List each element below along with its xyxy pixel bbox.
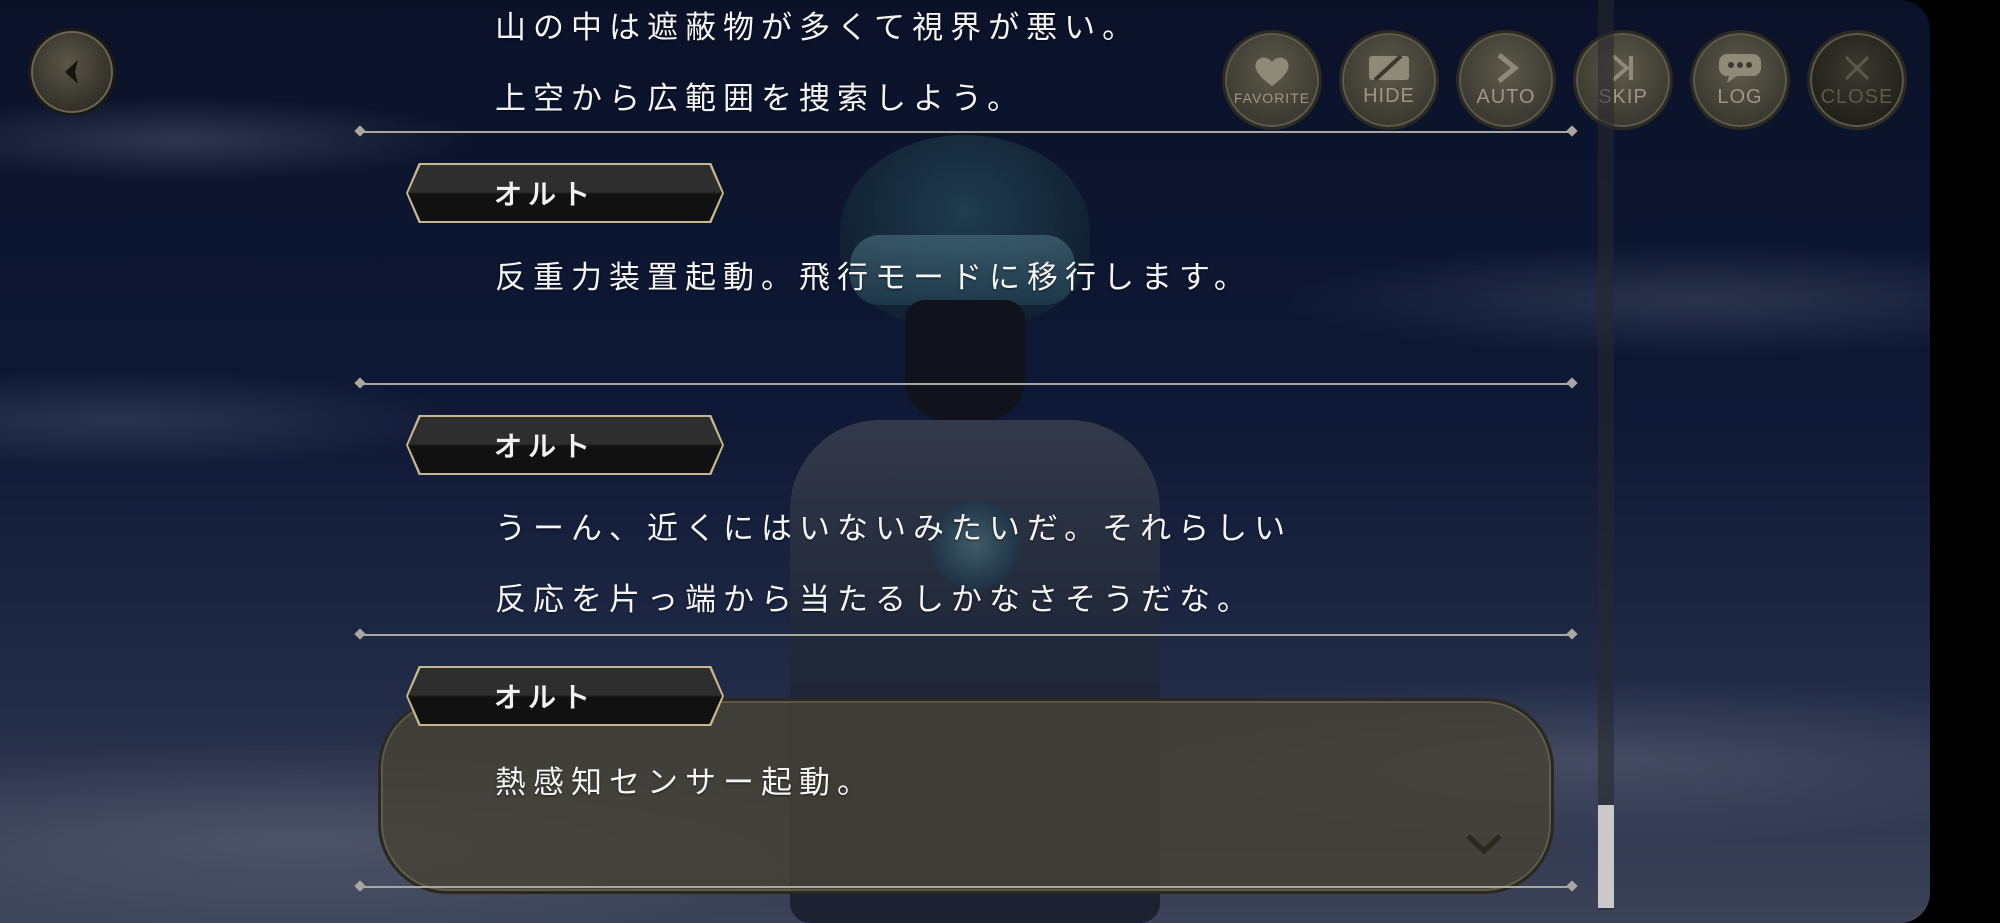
- close-label: CLOSE: [1820, 85, 1894, 108]
- back-button[interactable]: [28, 28, 116, 116]
- close-button[interactable]: CLOSE: [1807, 30, 1907, 130]
- screen-edge: [1930, 0, 2000, 923]
- skip-button[interactable]: SKIP: [1573, 30, 1673, 130]
- current-dialogue-content: オルト 熱感知センサー起動。: [360, 0, 1580, 923]
- speech-bubble-icon: [1719, 53, 1761, 83]
- speaker-name-plate: オルト: [406, 666, 724, 726]
- chevron-down-icon[interactable]: [1465, 833, 1503, 855]
- log-scrollbar-thumb[interactable]: [1598, 805, 1614, 908]
- close-x-icon: [1844, 55, 1870, 80]
- back-arrow-icon: [65, 60, 78, 84]
- speaker-name: オルト: [493, 681, 596, 714]
- current-line-text: 熱感知センサー起動。: [495, 765, 875, 801]
- log-button[interactable]: LOG: [1690, 30, 1790, 130]
- log-separator: [360, 886, 1572, 888]
- background-scene: FAVORITE HIDE AUTO SKIP LOG CLOSE 山の中は遮蔽…: [0, 0, 1930, 923]
- log-scrollbar-track[interactable]: [1598, 0, 1614, 910]
- log-label: LOG: [1717, 85, 1763, 108]
